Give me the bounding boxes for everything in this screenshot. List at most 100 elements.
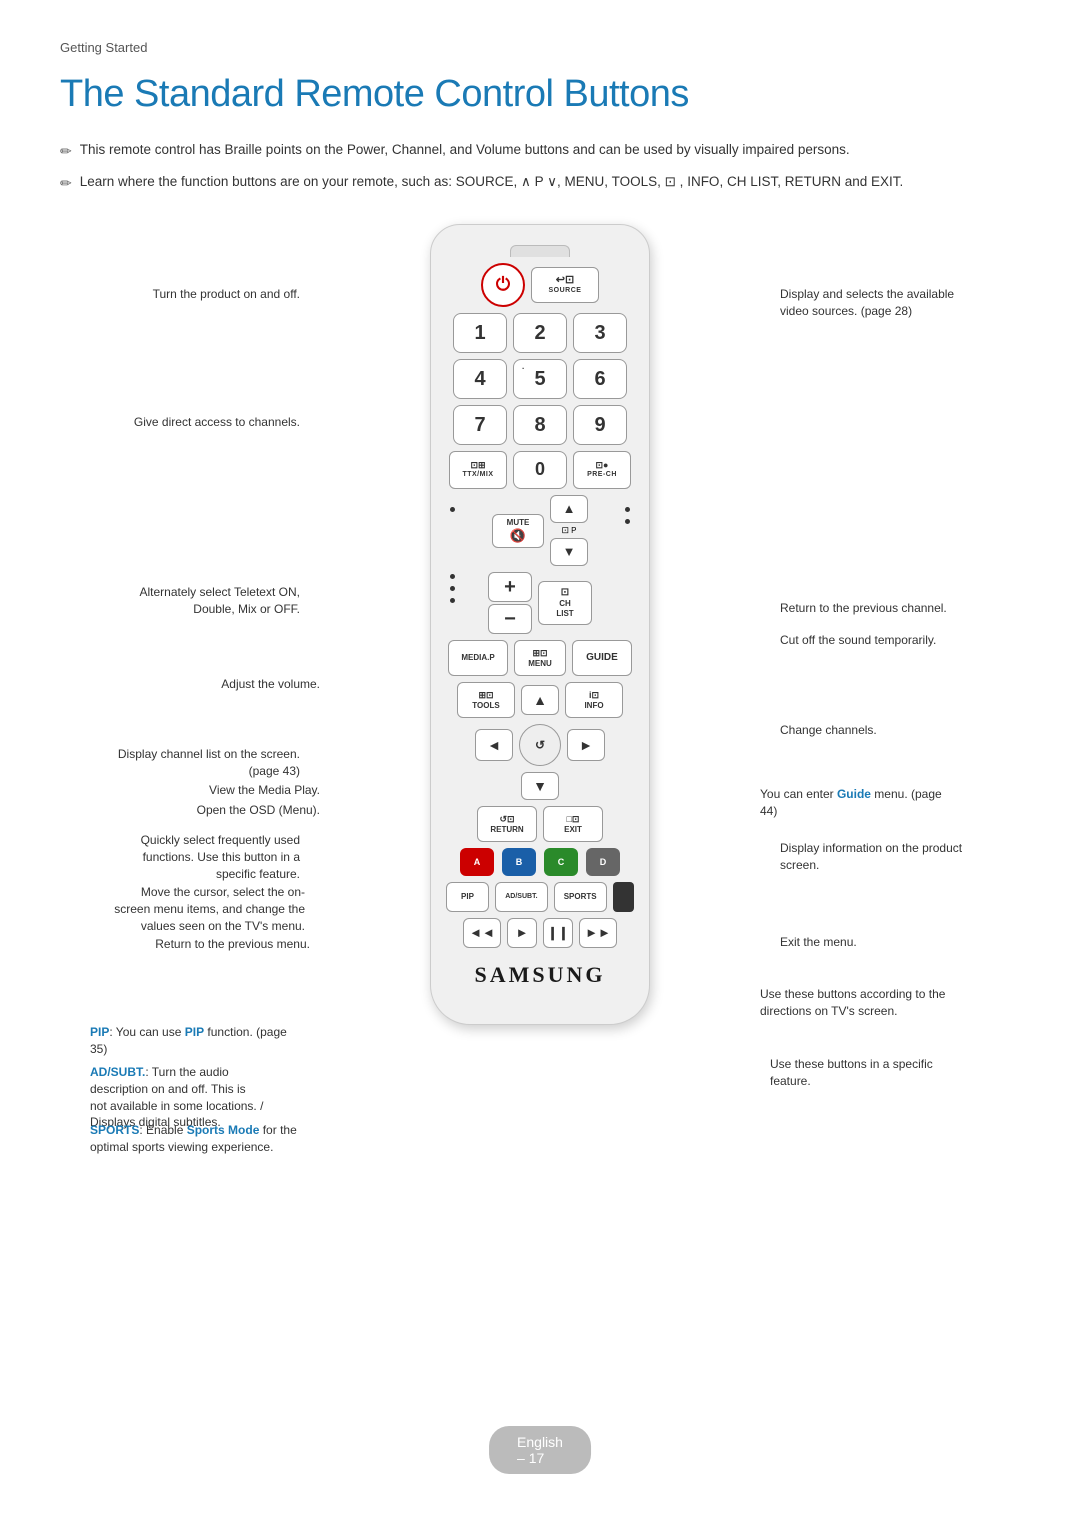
btn-6[interactable]: 6 [573, 359, 627, 399]
ch-list-button[interactable]: ⊡ CHLIST [538, 581, 592, 625]
pip-sports-row: PIP AD/SUBT. SPORTS [446, 882, 634, 912]
label-colorbtn: Use these buttons according to thedirect… [760, 986, 990, 1020]
btn-8[interactable]: 8 [513, 405, 567, 445]
info-button[interactable]: i⊡ INFO [565, 682, 623, 718]
color-d-button[interactable]: D [586, 848, 620, 876]
pip-button[interactable]: PIP [446, 882, 489, 912]
menu-icon: ⊞⊡ [532, 648, 547, 659]
btn-3[interactable]: 3 [573, 313, 627, 353]
color-c-button[interactable]: C [544, 848, 578, 876]
nav-center-button[interactable]: ↺ [519, 724, 561, 766]
info-icon: i⊡ [589, 690, 599, 701]
p-icon: ⊡ [562, 525, 570, 536]
p-up-button[interactable]: ▲ [550, 495, 588, 523]
return-button[interactable]: ↺⊡ RETURN [477, 806, 537, 842]
sports-button[interactable]: SPORTS [554, 882, 607, 912]
exit-icon: □⊡ [567, 814, 580, 825]
label-source: Display and selects the availablevideo s… [780, 286, 990, 320]
color-a-button[interactable]: A [460, 848, 494, 876]
page-title: The Standard Remote Control Buttons [60, 73, 1020, 116]
ttx-zero-prech-row: ⊡⊞ TTX/MIX 0 ⊡● PRE-CH [446, 451, 634, 489]
num-row-2: 4 ·5 6 [446, 359, 634, 399]
notes-section: ✏ This remote control has Braille points… [60, 140, 1020, 194]
prech-button[interactable]: ⊡● PRE-CH [573, 451, 631, 489]
p-down-button[interactable]: ▼ [550, 538, 588, 566]
pause-button[interactable]: ❙❙ [543, 918, 573, 948]
ttx-label: TTX/MIX [462, 471, 493, 479]
nav-left-button[interactable]: ◄ [475, 729, 513, 761]
mute-icon: 🔇 [510, 528, 526, 544]
ttx-button[interactable]: ⊡⊞ TTX/MIX [449, 451, 507, 489]
black-square-button[interactable] [613, 882, 634, 912]
diagram-container: ⏻ ↩⊡ SOURCE 1 2 3 4 ·5 [60, 224, 1020, 1144]
label-media: View the Media Play. [120, 782, 320, 799]
label-tools: Quickly select frequently usedfunctions.… [70, 832, 300, 882]
vol-up-button[interactable]: + [488, 572, 532, 602]
ttx-icon: ⊡⊞ [470, 460, 485, 471]
play-button[interactable]: ► [507, 918, 537, 948]
note-1: ✏ This remote control has Braille points… [60, 140, 1020, 162]
power-button[interactable]: ⏻ [481, 263, 525, 307]
label-cursor: Move the cursor, select the on-screen me… [70, 884, 305, 934]
media-menu-guide-row: MEDIA.P ⊞⊡ MENU GUIDE [446, 640, 634, 676]
info-label: INFO [584, 701, 603, 711]
label-chlist: Display channel list on the screen.(page… [70, 746, 300, 780]
color-b-button[interactable]: B [502, 848, 536, 876]
nav-up-button[interactable]: ▲ [521, 685, 559, 715]
adsubt-button[interactable]: AD/SUBT. [495, 882, 548, 912]
vol-down-button[interactable]: − [488, 604, 532, 634]
note-2: ✏ Learn where the function buttons are o… [60, 172, 1020, 194]
num-row-1: 1 2 3 [446, 313, 634, 353]
label-info: Display information on the productscreen… [780, 840, 990, 874]
dot [450, 574, 455, 579]
return-label: RETURN [490, 825, 523, 835]
label-channels: Give direct access to channels. [100, 414, 300, 431]
tools-icon: ⊞⊡ [478, 690, 493, 701]
sports-blue-label: SPORTS [90, 1123, 139, 1137]
nav-right-button[interactable]: ► [567, 729, 605, 761]
tools-label: TOOLS [472, 701, 499, 711]
label-feature: Use these buttons in a specificfeature. [770, 1056, 990, 1090]
label-osd: Open the OSD (Menu). [100, 802, 320, 819]
num-row-3: 7 8 9 [446, 405, 634, 445]
dot [450, 598, 455, 603]
pip-blue-label: PIP [90, 1025, 109, 1039]
mute-vol-p-row: MUTE 🔇 ▲ ⊡ P ▼ [446, 495, 634, 566]
btn-4[interactable]: 4 [453, 359, 507, 399]
vol-chlist-row: + − ⊡ CHLIST [446, 572, 634, 634]
menu-button[interactable]: ⊞⊡ MENU [514, 640, 566, 676]
pip-label: PIP [461, 892, 474, 902]
tools-button[interactable]: ⊞⊡ TOOLS [457, 682, 515, 718]
source-button[interactable]: ↩⊡ SOURCE [531, 267, 599, 303]
btn-7[interactable]: 7 [453, 405, 507, 445]
ff-button[interactable]: ►► [579, 918, 617, 948]
label-pip: PIP: You can use PIP function. (page35) [90, 1024, 340, 1058]
mute-label: MUTE [507, 518, 530, 528]
adsubt-blue-label: AD/SUBT. [90, 1065, 145, 1079]
nav-down-button[interactable]: ▼ [521, 772, 559, 800]
tools-info-row: ⊞⊡ TOOLS ▲ i⊡ INFO [446, 682, 634, 718]
btn-1[interactable]: 1 [453, 313, 507, 353]
return-exit-row: ↺⊡ RETURN □⊡ EXIT [446, 806, 634, 842]
exit-button[interactable]: □⊡ EXIT [543, 806, 603, 842]
media-controls-row: ◄◄ ► ❙❙ ►► [446, 918, 634, 948]
dot [450, 507, 455, 512]
remote-body: ⏻ ↩⊡ SOURCE 1 2 3 4 ·5 [430, 224, 650, 1025]
media-button[interactable]: MEDIA.P [448, 640, 508, 676]
dots-right-p [625, 505, 630, 526]
btn-2[interactable]: 2 [513, 313, 567, 353]
source-icon: ↩⊡ [556, 274, 574, 287]
btn-9[interactable]: 9 [573, 405, 627, 445]
label-exit: Exit the menu. [780, 934, 990, 951]
dots-left-vol2 [450, 572, 455, 605]
p-label-row: ⊡ P [562, 525, 577, 536]
rewind-button[interactable]: ◄◄ [463, 918, 501, 948]
guide-button[interactable]: GUIDE [572, 640, 632, 676]
mute-button[interactable]: MUTE 🔇 [492, 514, 544, 548]
guide-label: GUIDE [586, 652, 618, 664]
btn-5[interactable]: ·5 [513, 359, 567, 399]
p-up-icon-group: ▲ ⊡ P ▼ [550, 495, 588, 566]
note-icon-2: ✏ [60, 173, 72, 194]
sports-label: SPORTS [564, 892, 597, 902]
btn-0[interactable]: 0 [513, 451, 567, 489]
